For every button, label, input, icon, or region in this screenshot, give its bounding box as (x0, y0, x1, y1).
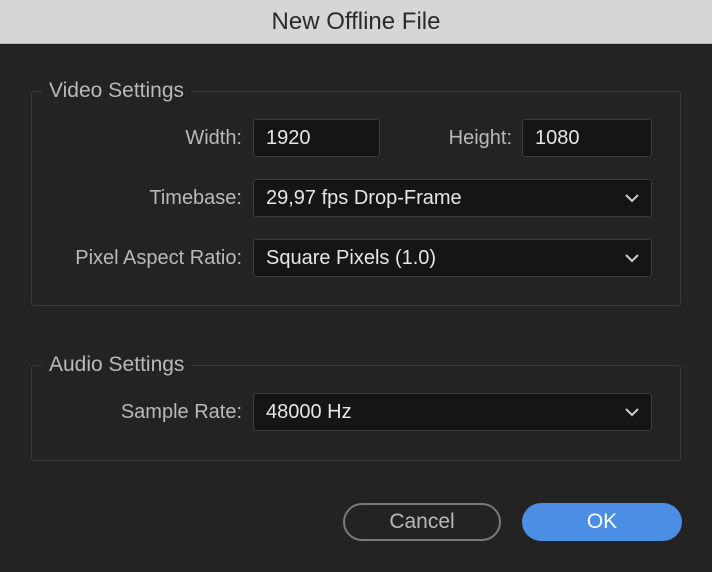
sample-rate-select[interactable]: 48000 Hz (253, 393, 652, 431)
chevron-down-icon (625, 194, 639, 203)
width-input[interactable]: 1920 (253, 119, 380, 157)
sample-rate-label: Sample Rate: (120, 401, 242, 423)
chevron-down-icon (625, 408, 639, 417)
height-input[interactable]: 1080 (522, 119, 652, 157)
chevron-down-icon (625, 254, 639, 263)
dialog-title: New Offline File (271, 7, 441, 35)
pixel-aspect-ratio-value: Square Pixels (1.0) (266, 247, 437, 269)
height-label: Height: (448, 127, 512, 149)
title-bar: New Offline File (0, 0, 712, 44)
timebase-select[interactable]: 29,97 fps Drop-Frame (253, 179, 652, 217)
width-label: Width: (185, 127, 242, 149)
audio-settings-legend: Audio Settings (42, 351, 192, 379)
pixel-aspect-ratio-label: Pixel Aspect Ratio: (75, 247, 242, 269)
cancel-button[interactable]: Cancel (343, 503, 501, 541)
pixel-aspect-ratio-select[interactable]: Square Pixels (1.0) (253, 239, 652, 277)
timebase-label: Timebase: (149, 187, 242, 209)
video-settings-legend: Video Settings (42, 77, 192, 105)
new-offline-file-dialog: New Offline File Video Settings Width: 1… (0, 0, 712, 572)
sample-rate-value: 48000 Hz (266, 401, 352, 423)
timebase-value: 29,97 fps Drop-Frame (266, 187, 462, 209)
ok-button[interactable]: OK (522, 503, 682, 541)
